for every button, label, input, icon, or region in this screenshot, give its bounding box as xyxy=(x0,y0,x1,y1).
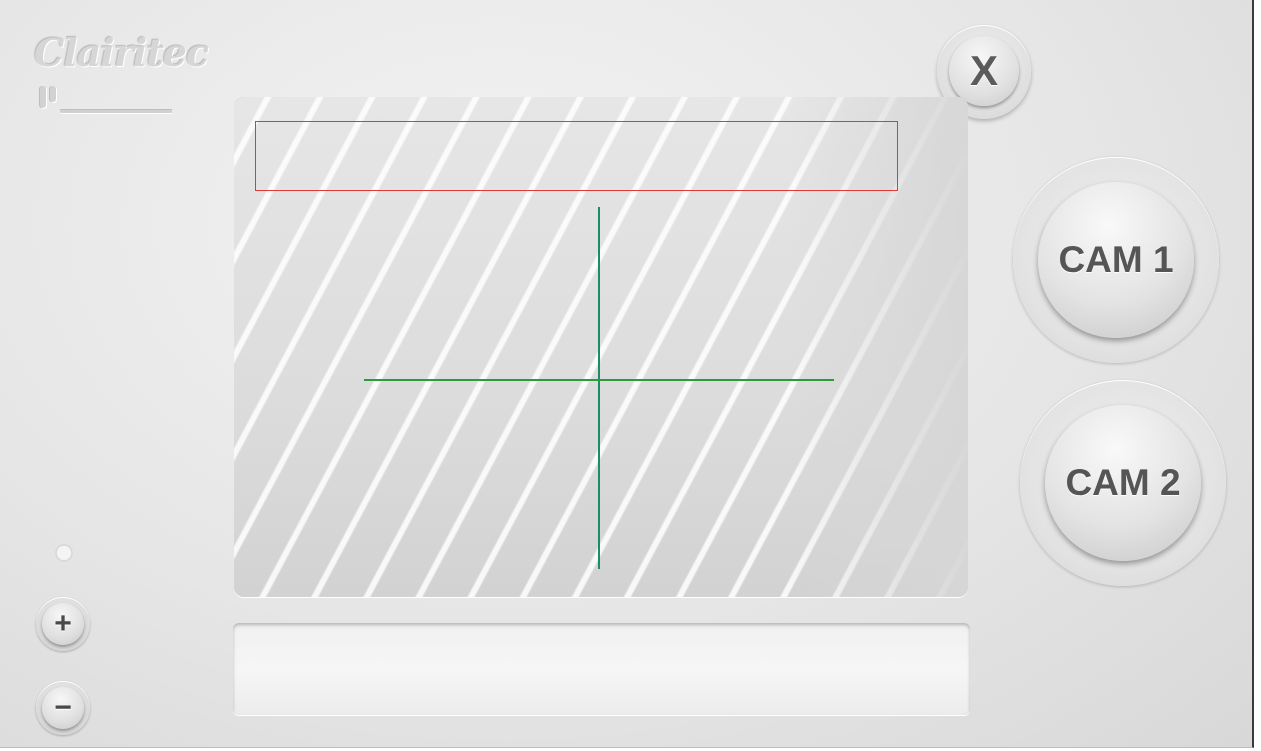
brightness-increase-button[interactable]: + xyxy=(36,597,90,651)
logo-drip-decoration xyxy=(40,86,46,108)
clairitec-logo: Clairitec xyxy=(30,24,209,119)
camera-view-frame xyxy=(234,97,968,597)
cam-2-label: CAM 2 xyxy=(1065,462,1181,503)
logo-drip-decoration xyxy=(50,86,56,102)
cam-1-button[interactable]: CAM 1 xyxy=(1038,182,1194,338)
close-icon: X xyxy=(969,47,998,94)
app-window: Clairitec X CAM 1 CAM 2 + − xyxy=(0,0,1254,748)
brightness-decrease-face[interactable]: − xyxy=(42,687,84,729)
sun-icon xyxy=(45,532,83,574)
cam-1-button-ring: CAM 1 xyxy=(1013,157,1219,363)
cam-2-button-ring: CAM 2 xyxy=(1020,380,1226,586)
brightness-increase-face[interactable]: + xyxy=(42,603,84,645)
reading-zone-rectangle xyxy=(255,121,898,191)
brightness-decrease-button[interactable]: − xyxy=(36,681,90,735)
plus-icon: + xyxy=(54,607,72,640)
minus-icon: − xyxy=(54,691,72,724)
cam-2-button[interactable]: CAM 2 xyxy=(1045,405,1201,561)
logo-text: Clairitec xyxy=(34,30,209,75)
cam-1-label: CAM 1 xyxy=(1058,239,1174,280)
crosshair-horizontal-line xyxy=(364,379,834,381)
close-button-face[interactable]: X xyxy=(949,36,1019,106)
crosshair-vertical-line xyxy=(598,207,600,569)
status-bar xyxy=(233,623,970,715)
logo-underline xyxy=(60,110,172,113)
